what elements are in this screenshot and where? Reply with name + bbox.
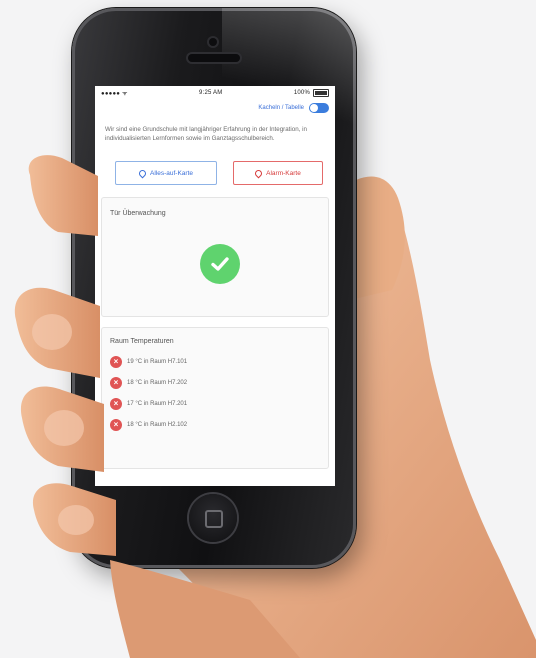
temp-item-text: 18 °C in Raum H7.202 — [127, 379, 188, 386]
view-toggle-switch[interactable] — [309, 103, 329, 113]
temp-item-text: 19 °C in Raum H7.101 — [127, 358, 188, 365]
phone-screen: ●●●●● ᯤ 9:25 AM 100% Kacheln / Tabelle W… — [95, 86, 335, 486]
room-temperature-title: Raum Temperaturen — [110, 338, 174, 345]
status-time: 9:25 AM — [199, 90, 223, 96]
room-temperature-card[interactable]: Raum Temperaturen × 19 °C in Raum H7.101… — [101, 327, 329, 469]
front-camera — [209, 38, 217, 46]
view-toggle-bar: Kacheln / Tabelle — [95, 100, 335, 116]
door-monitoring-title: Tür Überwachung — [110, 210, 166, 217]
intro-text: Wir sind eine Grundschule mit langjährig… — [105, 126, 307, 142]
temp-item-text: 18 °C in Raum H2.102 — [127, 421, 188, 428]
temp-list-item[interactable]: × 17 °C in Raum H7.201 — [102, 393, 328, 414]
door-monitoring-card[interactable]: Tür Überwachung — [101, 197, 329, 317]
alarm-map-button[interactable]: Alarm-Karte — [233, 161, 323, 185]
map-pin-icon — [253, 168, 264, 178]
error-x-icon: × — [110, 376, 122, 389]
battery-icon — [313, 89, 329, 97]
home-button[interactable] — [189, 494, 237, 542]
battery-percent: 100% — [293, 90, 310, 96]
toggle-knob — [310, 104, 318, 112]
temp-list-item[interactable]: × 19 °C in Raum H7.101 — [102, 351, 328, 372]
all-on-map-label: Alles-auf-Karte — [150, 169, 193, 177]
map-buttons: Alles-auf-Karte Alarm-Karte — [95, 143, 335, 185]
signal-wifi-icon: ●●●●● ᯤ — [101, 91, 128, 97]
error-x-icon: × — [110, 355, 122, 368]
checkmark-icon — [200, 244, 240, 284]
home-square-icon — [205, 510, 223, 528]
view-toggle-label: Kacheln / Tabelle — [258, 105, 304, 111]
temp-list-item[interactable]: × 18 °C in Raum H2.102 — [102, 414, 328, 435]
error-x-icon: × — [110, 397, 122, 410]
error-x-icon: × — [110, 418, 122, 431]
earpiece-speaker — [188, 54, 240, 62]
map-pin-icon — [137, 168, 148, 178]
temp-list-item[interactable]: × 18 °C in Raum H7.202 — [102, 372, 328, 393]
status-bar: ●●●●● ᯤ 9:25 AM 100% — [95, 86, 335, 100]
temp-item-text: 17 °C in Raum H7.201 — [127, 400, 188, 407]
alarm-map-label: Alarm-Karte — [266, 169, 301, 177]
all-on-map-button[interactable]: Alles-auf-Karte — [115, 161, 217, 185]
